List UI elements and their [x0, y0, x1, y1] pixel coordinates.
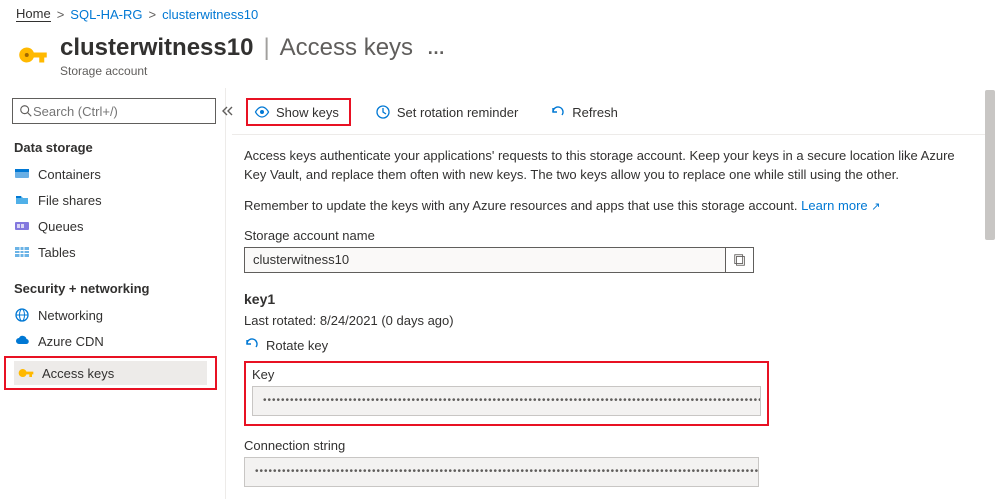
sidebar-item-access-keys[interactable]: Access keys — [14, 361, 207, 385]
blade-title: Access keys — [280, 34, 413, 62]
search-input-wrap[interactable] — [12, 98, 216, 124]
more-menu-button[interactable]: … — [427, 38, 447, 59]
info-text: Remember to update the keys with any Azu… — [244, 198, 801, 213]
sidebar-item-containers[interactable]: Containers — [0, 161, 225, 187]
storage-account-name-label: Storage account name — [244, 228, 979, 243]
resource-type-label: Storage account — [60, 64, 447, 78]
show-keys-button[interactable]: Show keys — [254, 104, 339, 120]
sidebar-item-label: Tables — [38, 245, 76, 260]
external-link-icon: ↗ — [871, 201, 880, 213]
key-icon — [18, 365, 34, 381]
highlight-key-block: Key ••••••••••••••••••••••••••••••••••••… — [244, 361, 769, 426]
button-label: Refresh — [572, 105, 618, 120]
rotate-icon — [244, 336, 260, 355]
learn-more-link[interactable]: Learn more ↗ — [801, 198, 880, 213]
copy-button[interactable] — [726, 247, 754, 273]
button-label: Set rotation reminder — [397, 105, 518, 120]
containers-icon — [14, 166, 30, 182]
storage-account-name-field[interactable]: clusterwitness10 — [244, 247, 726, 273]
search-icon — [19, 104, 33, 118]
rotate-key-button[interactable]: Rotate key — [244, 336, 979, 355]
button-label: Show keys — [276, 105, 339, 120]
sidebar-item-networking[interactable]: Networking — [0, 302, 225, 328]
connection-string-label: Connection string — [244, 438, 979, 453]
crumb-rg[interactable]: SQL-HA-RG — [70, 7, 142, 22]
content-pane: Show keys Set rotation reminder Refresh … — [226, 88, 997, 499]
sidebar-item-azure-cdn[interactable]: Azure CDN — [0, 328, 225, 354]
sidebar-item-label: Networking — [38, 308, 103, 323]
key-value-masked[interactable]: ••••••••••••••••••••••••••••••••••••••••… — [252, 386, 761, 416]
sidebar-item-label: Access keys — [42, 366, 114, 381]
fileshares-icon — [14, 192, 30, 208]
networking-icon — [14, 307, 30, 323]
title-sep: | — [263, 34, 269, 62]
button-label: Rotate key — [266, 338, 328, 353]
nav-section-data-storage: Data storage — [0, 134, 225, 161]
command-bar: Show keys Set rotation reminder Refresh — [232, 88, 991, 135]
connection-string-masked[interactable]: ••••••••••••••••••••••••••••••••••••••••… — [244, 457, 759, 487]
eye-icon — [254, 104, 270, 120]
crumb-sep: > — [149, 7, 157, 22]
highlight-show-keys: Show keys — [246, 98, 351, 126]
key-label: Key — [252, 367, 761, 382]
refresh-button[interactable]: Refresh — [542, 100, 626, 124]
link-label: Learn more — [801, 198, 867, 213]
sidebar-item-label: Azure CDN — [38, 334, 104, 349]
sidebar-item-label: Containers — [38, 167, 101, 182]
clock-icon — [375, 104, 391, 120]
breadcrumb: Home > SQL-HA-RG > clusterwitness10 — [0, 0, 997, 26]
sidebar-item-tables[interactable]: Tables — [0, 239, 225, 265]
page-header: clusterwitness10 | Access keys … Storage… — [0, 26, 997, 88]
sidebar-item-label: Queues — [38, 219, 84, 234]
info-paragraph-1: Access keys authenticate your applicatio… — [244, 147, 979, 185]
refresh-icon — [550, 104, 566, 120]
key-icon — [16, 38, 50, 72]
crumb-home[interactable]: Home — [16, 6, 51, 22]
cdn-icon — [14, 333, 30, 349]
last-rotated-text: Last rotated: 8/24/2021 (0 days ago) — [244, 313, 979, 328]
set-rotation-reminder-button[interactable]: Set rotation reminder — [367, 100, 526, 124]
sidebar-item-label: File shares — [38, 193, 102, 208]
crumb-resource[interactable]: clusterwitness10 — [162, 7, 258, 22]
key1-heading: key1 — [244, 291, 979, 307]
scrollbar-track[interactable] — [985, 88, 995, 499]
queues-icon — [14, 218, 30, 234]
search-input[interactable] — [33, 104, 209, 119]
tables-icon — [14, 244, 30, 260]
highlight-access-keys: Access keys — [4, 356, 217, 390]
sidebar-item-fileshares[interactable]: File shares — [0, 187, 225, 213]
sidebar: Data storage Containers File shares Queu… — [0, 88, 226, 499]
copy-icon — [733, 253, 747, 267]
resource-name: clusterwitness10 — [60, 34, 253, 62]
sidebar-item-queues[interactable]: Queues — [0, 213, 225, 239]
info-paragraph-2: Remember to update the keys with any Azu… — [244, 197, 979, 216]
nav-section-security: Security + networking — [0, 275, 225, 302]
scrollbar-thumb[interactable] — [985, 90, 995, 240]
crumb-sep: > — [57, 7, 65, 22]
